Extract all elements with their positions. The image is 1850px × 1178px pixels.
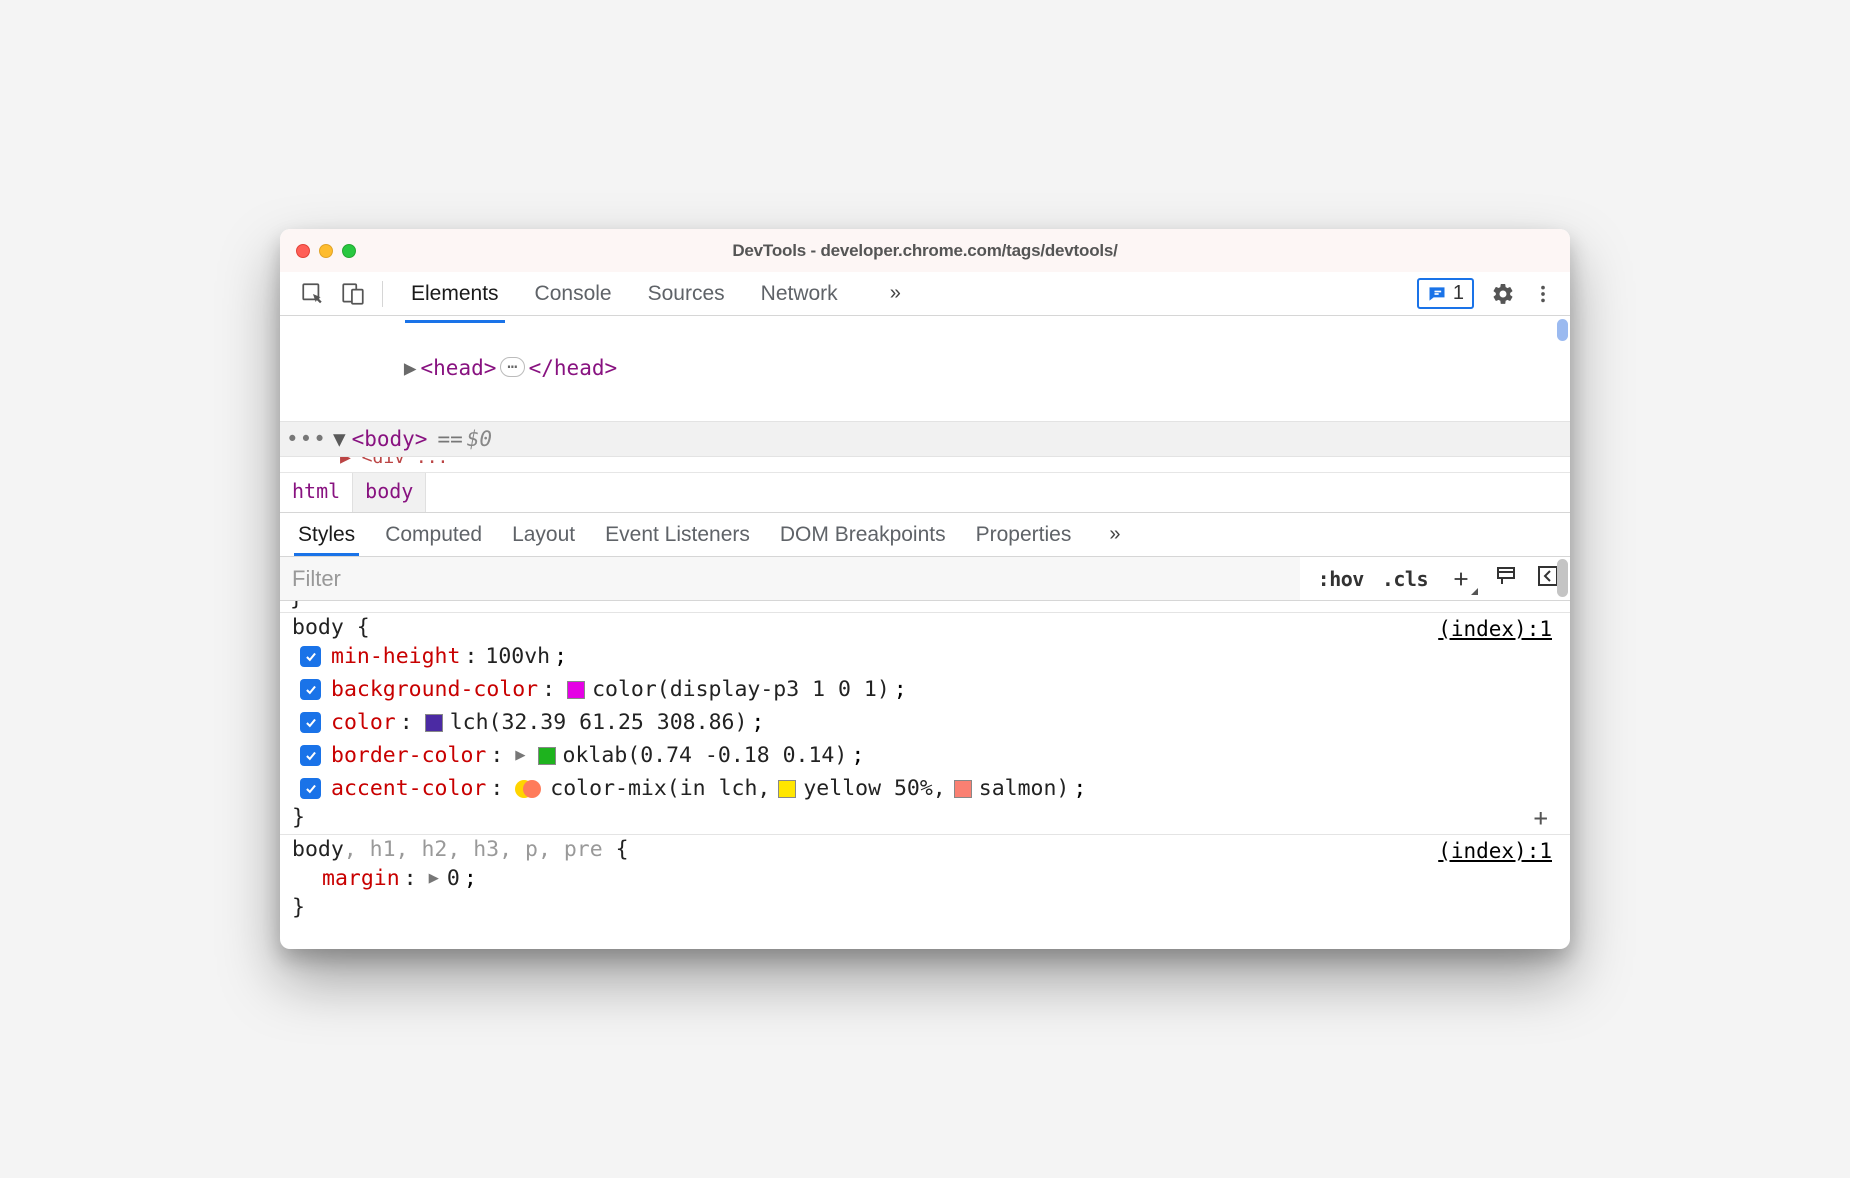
shorthand-expand-icon[interactable]: ▶	[425, 862, 443, 895]
insert-style-rule-button[interactable]: +	[1534, 804, 1548, 832]
expand-arrow-icon[interactable]: ▶	[404, 351, 417, 386]
issues-count: 1	[1453, 282, 1464, 305]
css-property[interactable]: color	[331, 706, 396, 739]
rule-selector[interactable]: body	[292, 615, 344, 640]
css-value[interactable]: oklab(0.74 -0.18 0.14)	[563, 739, 848, 772]
collapsed-ellipsis-icon[interactable]: ⋯	[500, 357, 524, 377]
subtabs-overflow-icon[interactable]: »	[1109, 523, 1120, 546]
css-value[interactable]: lch(32.39 61.25 308.86)	[450, 706, 748, 739]
dom-node-body-selected[interactable]: ••• ▼ <body> == $0	[280, 421, 1570, 457]
styles-toolbar: :hov .cls	[280, 557, 1570, 601]
tab-elements[interactable]: Elements	[407, 274, 503, 314]
window-titlebar: DevTools - developer.chrome.com/tags/dev…	[280, 229, 1570, 272]
decl-margin[interactable]: margin: ▶ 0;	[292, 862, 1558, 895]
collapse-arrow-icon[interactable]: ▼	[333, 427, 346, 451]
subtab-styles[interactable]: Styles	[296, 515, 357, 555]
kebab-menu-icon[interactable]	[1526, 277, 1560, 311]
sidebar-subtabs: Styles Computed Layout Event Listeners D…	[280, 513, 1570, 557]
decl-toggle-checkbox[interactable]	[300, 679, 321, 700]
new-style-rule-button[interactable]	[1446, 564, 1476, 594]
tab-sources[interactable]: Sources	[644, 274, 729, 314]
css-property[interactable]: min-height	[331, 640, 460, 673]
decl-color[interactable]: color: lch(32.39 61.25 308.86);	[292, 706, 1558, 739]
window-title: DevTools - developer.chrome.com/tags/dev…	[280, 241, 1570, 261]
dom-head-open: <head>	[421, 356, 497, 380]
previous-rule-fragment: }	[280, 601, 1570, 613]
inspect-element-icon[interactable]	[296, 277, 330, 311]
minimize-window-button[interactable]	[319, 244, 333, 258]
styles-pane: } (index):1 body { min-height: 100vh; ba…	[280, 601, 1570, 949]
toggle-hov-button[interactable]: :hov	[1318, 567, 1364, 591]
decl-min-height[interactable]: min-height: 100vh;	[292, 640, 1558, 673]
subtab-event-listeners[interactable]: Event Listeners	[603, 515, 752, 555]
decl-toggle-checkbox[interactable]	[300, 712, 321, 733]
dom-head-close: </head>	[529, 356, 618, 380]
selected-eq: ==	[437, 427, 462, 451]
maximize-window-button[interactable]	[342, 244, 356, 258]
rule-source-link[interactable]: (index):1	[1438, 617, 1552, 641]
styles-scrollbar[interactable]	[1557, 559, 1568, 597]
devtools-window: DevTools - developer.chrome.com/tags/dev…	[280, 229, 1570, 949]
dom-scrollbar[interactable]	[1557, 319, 1568, 341]
decl-toggle-checkbox[interactable]	[300, 778, 321, 799]
toolbar-separator	[382, 281, 383, 307]
rule-source-link[interactable]: (index):1	[1438, 839, 1552, 863]
elements-dom-tree[interactable]: ▶<head>⋯</head> ••• ▼ <body> == $0 ▶ <di…	[280, 316, 1570, 473]
main-panel-tabs: Elements Console Sources Network »	[407, 274, 901, 314]
devtools-toolbar: Elements Console Sources Network » 1	[280, 272, 1570, 316]
decl-toggle-checkbox[interactable]	[300, 646, 321, 667]
subtab-computed[interactable]: Computed	[383, 515, 484, 555]
decl-background-color[interactable]: background-color: color(display-p3 1 0 1…	[292, 673, 1558, 706]
shorthand-expand-icon[interactable]: ▶	[511, 739, 529, 772]
issues-icon	[1427, 284, 1447, 304]
color-swatch[interactable]	[567, 681, 585, 699]
css-value-part[interactable]: salmon)	[979, 772, 1070, 805]
color-swatch[interactable]	[425, 714, 443, 732]
css-rule-body-reset[interactable]: (index):1 body, h1, h2, h3, p, pre { mar…	[280, 835, 1570, 924]
breadcrumb-item-html[interactable]: html	[280, 473, 352, 512]
selected-dollar0: $0	[467, 427, 492, 451]
tab-console[interactable]: Console	[531, 274, 616, 314]
css-property[interactable]: border-color	[331, 739, 486, 772]
subtab-layout[interactable]: Layout	[510, 515, 577, 555]
color-swatch[interactable]	[538, 747, 556, 765]
css-property[interactable]: accent-color	[331, 772, 486, 805]
css-value-part[interactable]: color-mix(in lch,	[550, 772, 770, 805]
dom-body-open: <body>	[352, 427, 428, 451]
tabs-overflow-icon[interactable]: »	[890, 282, 901, 305]
css-rule-body[interactable]: (index):1 body { min-height: 100vh; back…	[280, 613, 1570, 835]
css-value[interactable]: 0	[447, 862, 460, 895]
css-property[interactable]: background-color	[331, 673, 538, 706]
subtab-dom-breakpoints[interactable]: DOM Breakpoints	[778, 515, 948, 555]
subtab-properties[interactable]: Properties	[974, 515, 1074, 555]
tab-network[interactable]: Network	[757, 274, 842, 314]
styles-filter-input[interactable]	[280, 557, 1300, 600]
window-traffic-lights	[296, 244, 356, 258]
close-window-button[interactable]	[296, 244, 310, 258]
selected-indicator-dots: •••	[286, 427, 327, 451]
color-swatch[interactable]	[954, 780, 972, 798]
dom-overflow-row: ▶ <div ...	[280, 457, 1570, 473]
issues-button[interactable]: 1	[1417, 278, 1474, 309]
toggle-cls-button[interactable]: .cls	[1382, 567, 1428, 591]
css-value[interactable]: 100vh	[485, 640, 550, 673]
rule-selector[interactable]: body, h1, h2, h3, p, pre	[292, 837, 603, 862]
breadcrumb-item-body[interactable]: body	[352, 473, 426, 512]
elements-breadcrumb: html body	[280, 473, 1570, 513]
decl-border-color[interactable]: border-color: ▶ oklab(0.74 -0.18 0.14);	[292, 739, 1558, 772]
device-toolbar-icon[interactable]	[336, 277, 370, 311]
format-toggle-icon[interactable]	[1494, 564, 1518, 594]
dom-node-head[interactable]: ▶<head>⋯</head>	[280, 316, 1570, 421]
settings-icon[interactable]	[1486, 277, 1520, 311]
decl-toggle-checkbox[interactable]	[300, 745, 321, 766]
css-property[interactable]: margin	[322, 862, 400, 895]
color-mix-swatch[interactable]	[515, 780, 543, 798]
decl-accent-color[interactable]: accent-color: color-mix(in lch, yellow 5…	[292, 772, 1558, 805]
css-value[interactable]: color(display-p3 1 0 1)	[592, 673, 890, 706]
css-value-part[interactable]: yellow 50%,	[803, 772, 945, 805]
color-swatch[interactable]	[778, 780, 796, 798]
